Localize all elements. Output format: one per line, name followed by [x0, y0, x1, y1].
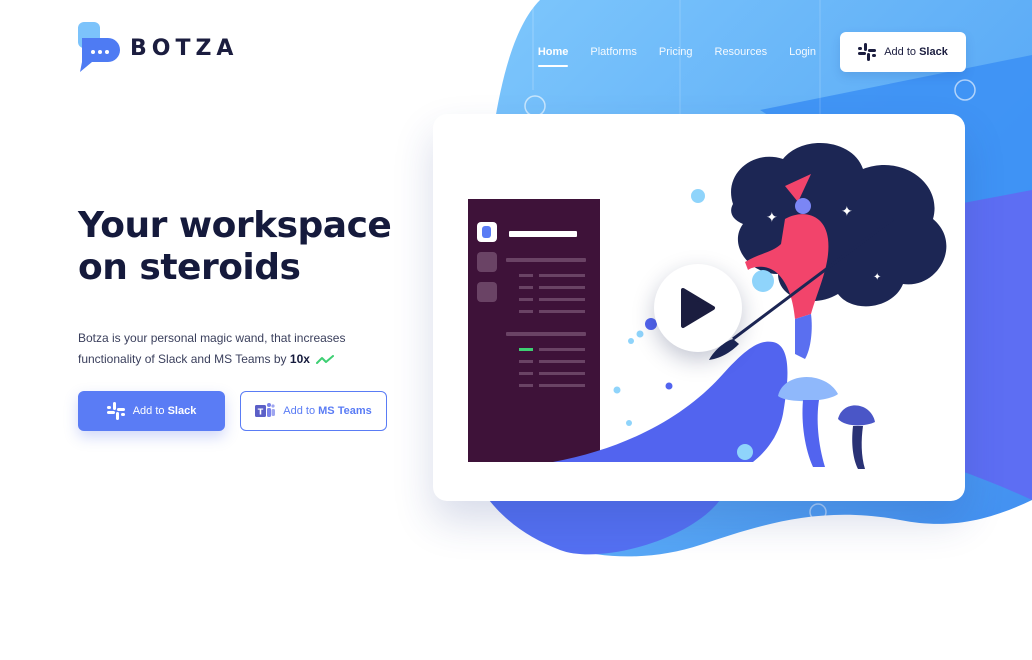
nav-item-login[interactable]: Login	[789, 46, 816, 58]
hero-title: Your workspace on steroids	[78, 205, 418, 289]
nav-item-resources[interactable]: Resources	[715, 46, 768, 58]
svg-text:✦: ✦	[766, 210, 778, 226]
mushrooms	[778, 376, 875, 469]
ms-teams-icon: T	[255, 403, 276, 417]
brand-name: BOTZA	[130, 35, 239, 61]
hero-title-line1: Your workspace	[78, 205, 392, 246]
check-trend-icon	[316, 354, 335, 364]
svg-text:✦: ✦	[873, 272, 881, 283]
brand-logo[interactable]: BOTZA	[78, 22, 238, 74]
add-to-slack-button[interactable]: Add to Slack	[78, 391, 225, 431]
hero-description: Botza is your personal magic wand, that …	[78, 328, 398, 370]
add-to-ms-teams-button[interactable]: T Add to MS Teams	[240, 391, 387, 431]
play-button[interactable]	[654, 264, 742, 352]
main-nav: Home Platforms Pricing Resources Login A…	[537, 32, 966, 72]
secondary-button-bold: MS Teams	[318, 405, 372, 417]
primary-button-prefix: Add to	[132, 405, 165, 417]
header-cta-prefix: Add to	[884, 46, 916, 58]
video-preview-card[interactable]: ✦ ✦ ✦	[433, 114, 965, 501]
play-icon	[681, 288, 715, 328]
header-cta-bold: Slack	[919, 46, 948, 58]
nav-item-home[interactable]: Home	[537, 46, 568, 67]
hero-title-line2: on steroids	[78, 247, 301, 288]
svg-text:✦: ✦	[841, 204, 853, 220]
svg-text:T: T	[258, 408, 264, 417]
header-add-to-slack-button[interactable]: Add to Slack	[840, 32, 966, 72]
nav-item-platforms[interactable]: Platforms	[590, 46, 636, 58]
slack-icon	[858, 43, 877, 61]
nav-item-pricing[interactable]: Pricing	[659, 46, 693, 58]
secondary-button-prefix: Add to	[283, 405, 316, 417]
botza-chat-logo-icon	[78, 22, 120, 72]
slack-icon	[106, 402, 125, 420]
hero-description-emphasis: 10x	[289, 352, 310, 366]
primary-button-bold: Slack	[167, 405, 197, 417]
